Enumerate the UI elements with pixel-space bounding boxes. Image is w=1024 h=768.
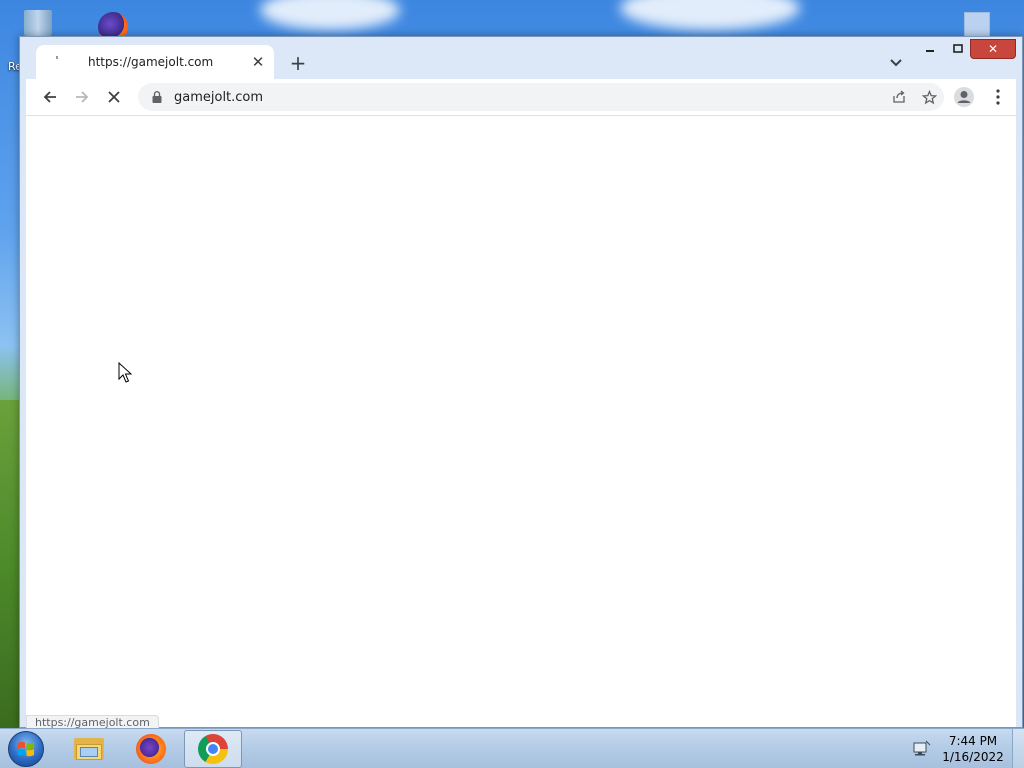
bookmark-star-icon[interactable] bbox=[914, 83, 944, 111]
folder-icon bbox=[74, 736, 104, 762]
taskbar: 7:44 PM 1/16/2022 bbox=[0, 728, 1024, 768]
share-icon[interactable] bbox=[884, 83, 914, 111]
maximize-button[interactable] bbox=[946, 39, 970, 59]
forward-arrow-icon[interactable] bbox=[66, 81, 98, 113]
url-text: gamejolt.com bbox=[174, 89, 264, 105]
system-clock[interactable]: 7:44 PM 1/16/2022 bbox=[938, 733, 1008, 765]
tab-gamejolt[interactable]: https://gamejolt.com ✕ bbox=[36, 45, 274, 79]
lock-icon bbox=[152, 91, 162, 103]
status-bubble: https://gamejolt.com bbox=[26, 715, 159, 729]
profile-avatar-icon[interactable] bbox=[948, 81, 980, 113]
start-button[interactable] bbox=[6, 731, 46, 767]
loading-spinner-icon bbox=[54, 54, 70, 70]
new-tab-button[interactable]: + bbox=[286, 51, 310, 75]
cloud bbox=[260, 0, 400, 30]
browser-toolbar: gamejolt.com bbox=[26, 79, 1016, 115]
close-window-button[interactable]: ✕ bbox=[970, 39, 1016, 59]
back-arrow-icon[interactable] bbox=[34, 81, 66, 113]
more-menu-icon[interactable] bbox=[982, 81, 1014, 113]
mouse-cursor-icon bbox=[118, 362, 132, 383]
tab-search-chevron-icon[interactable] bbox=[884, 51, 908, 75]
minimize-button[interactable] bbox=[918, 39, 942, 59]
show-desktop-button[interactable] bbox=[1012, 729, 1024, 768]
taskbar-firefox[interactable] bbox=[122, 730, 180, 768]
tab-close-icon[interactable]: ✕ bbox=[248, 52, 268, 72]
stop-loading-icon[interactable] bbox=[98, 81, 130, 113]
recycle-bin-icon[interactable] bbox=[20, 4, 56, 40]
firefox-icon bbox=[136, 734, 166, 764]
cloud bbox=[620, 0, 800, 30]
address-bar[interactable]: gamejolt.com bbox=[138, 83, 944, 111]
chrome-icon bbox=[198, 734, 228, 764]
taskbar-chrome[interactable] bbox=[184, 730, 242, 768]
page-content[interactable] bbox=[26, 115, 1016, 727]
chrome-window: https://gamejolt.com ✕ + ✕ gamejolt.com … bbox=[19, 36, 1023, 729]
taskbar-explorer[interactable] bbox=[60, 730, 118, 768]
network-icon[interactable] bbox=[912, 739, 932, 759]
windows-logo-icon bbox=[18, 741, 34, 757]
clock-date: 1/16/2022 bbox=[942, 750, 1004, 764]
clock-time: 7:44 PM bbox=[948, 734, 998, 748]
tab-title: https://gamejolt.com bbox=[88, 55, 214, 69]
tab-strip: https://gamejolt.com ✕ + ✕ bbox=[20, 37, 1022, 79]
